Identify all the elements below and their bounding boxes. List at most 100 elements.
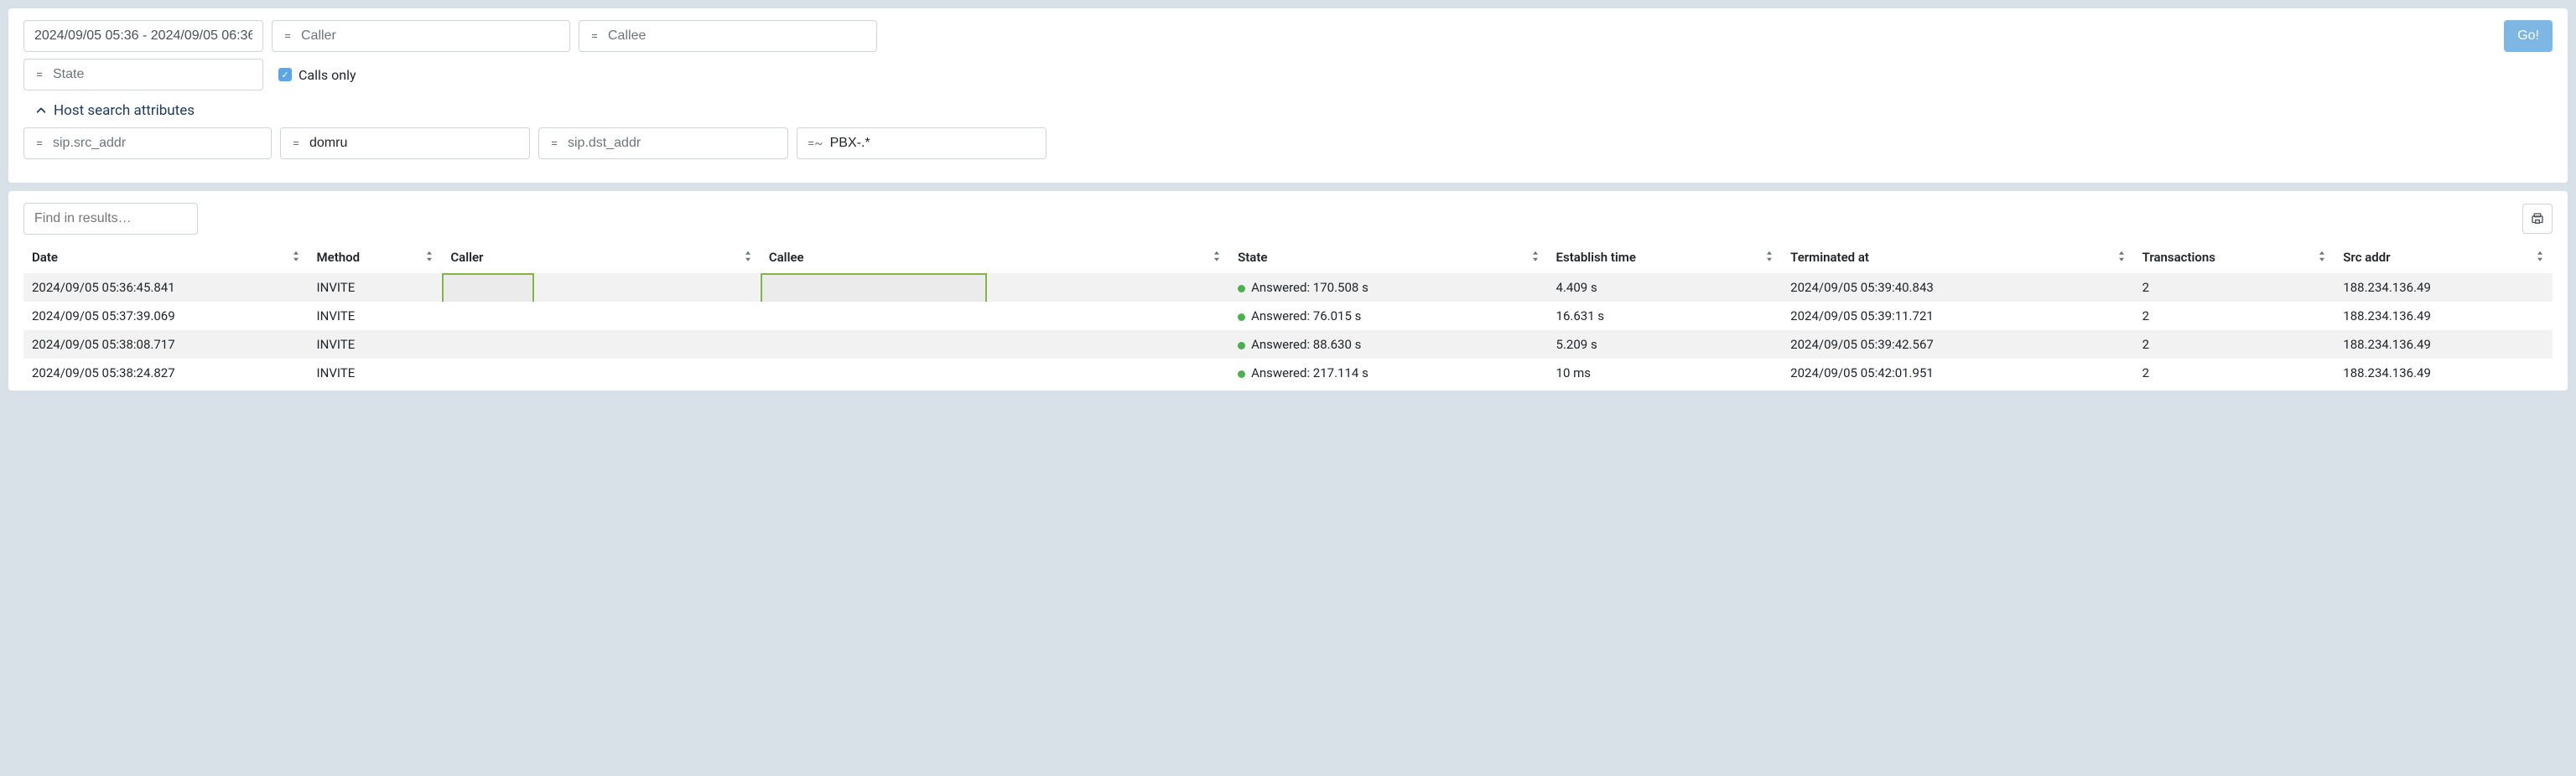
- host-c-field[interactable]: [568, 136, 777, 151]
- col-establish-header[interactable]: Establish time: [1548, 243, 1783, 273]
- sort-icon: [1213, 251, 1221, 264]
- host-a-operator: =: [34, 136, 44, 151]
- date-cell: 2024/09/05 05:38:08.717: [23, 330, 309, 359]
- state-operator: =: [34, 67, 44, 82]
- establish-cell: 4.409 s: [1548, 273, 1783, 302]
- date-cell: 2024/09/05 05:38:24.827: [23, 359, 309, 387]
- caller-operator: =: [283, 28, 293, 44]
- sort-icon: [2536, 251, 2544, 264]
- caller-cell: [442, 330, 760, 359]
- src-cell: 188.234.136.49: [2334, 330, 2553, 359]
- host-dst-addr-filter[interactable]: =: [538, 127, 788, 159]
- callee-operator: =: [589, 28, 600, 44]
- table-row[interactable]: 2024/09/05 05:36:45.841INVITE Answered: 1…: [23, 273, 2553, 302]
- status-dot-icon: [1238, 342, 1245, 349]
- txn-cell: 2: [2134, 359, 2335, 387]
- sort-icon: [292, 251, 300, 264]
- col-terminated-header[interactable]: Terminated at: [1782, 243, 2133, 273]
- status-dot-icon: [1238, 285, 1245, 292]
- find-in-results-input[interactable]: [23, 203, 198, 235]
- establish-cell: 10 ms: [1548, 359, 1783, 387]
- state-text: Answered: 170.508 s: [1251, 280, 1368, 295]
- establish-cell: 16.631 s: [1548, 302, 1783, 330]
- search-panel: = = Go! = ✓ Calls only Host search attri…: [8, 8, 2568, 183]
- table-row[interactable]: 2024/09/05 05:38:08.717INVITE Answered: 8…: [23, 330, 2553, 359]
- method-cell: INVITE: [309, 302, 443, 330]
- host-src-value-filter[interactable]: =: [280, 127, 530, 159]
- col-method-header[interactable]: Method: [309, 243, 443, 273]
- daterange-field[interactable]: [34, 28, 252, 44]
- callee-cell: [761, 302, 1229, 330]
- host-c-operator: =: [549, 136, 559, 151]
- terminated-cell: 2024/09/05 05:39:11.721: [1782, 302, 2133, 330]
- state-cell: Answered: 170.508 s: [1229, 273, 1547, 302]
- sort-icon: [425, 251, 434, 264]
- col-caller-header[interactable]: Caller: [442, 243, 760, 273]
- status-dot-icon: [1238, 313, 1245, 321]
- caller-field[interactable]: [301, 28, 559, 44]
- export-button[interactable]: [2522, 204, 2553, 234]
- table-row[interactable]: 2024/09/05 05:37:39.069INVITE Answered: 7…: [23, 302, 2553, 330]
- host-b-field[interactable]: [309, 136, 519, 151]
- txn-cell: 2: [2134, 273, 2335, 302]
- col-state-header[interactable]: State: [1229, 243, 1547, 273]
- caller-cell: [442, 302, 760, 330]
- redacted-callee-overlay: [761, 273, 987, 302]
- col-transactions-header[interactable]: Transactions: [2134, 243, 2335, 273]
- callee-filter[interactable]: =: [579, 20, 877, 52]
- date-cell: 2024/09/05 05:37:39.069: [23, 302, 309, 330]
- method-cell: INVITE: [309, 273, 443, 302]
- terminated-cell: 2024/09/05 05:39:40.843: [1782, 273, 2133, 302]
- date-cell: 2024/09/05 05:36:45.841: [23, 273, 309, 302]
- state-field[interactable]: [53, 67, 252, 82]
- host-attributes-label: Host search attributes: [54, 102, 195, 119]
- terminated-cell: 2024/09/05 05:39:42.567: [1782, 330, 2133, 359]
- state-cell: Answered: 88.630 s: [1229, 330, 1547, 359]
- col-srcaddr-header[interactable]: Src addr: [2334, 243, 2553, 273]
- host-a-field[interactable]: [53, 136, 261, 151]
- src-cell: 188.234.136.49: [2334, 273, 2553, 302]
- callee-cell: [761, 359, 1229, 387]
- state-filter[interactable]: =: [23, 59, 263, 91]
- establish-cell: 5.209 s: [1548, 330, 1783, 359]
- go-button[interactable]: Go!: [2504, 20, 2553, 52]
- results-table: Date Method Caller Callee State Establis…: [23, 243, 2553, 387]
- chevron-up-icon: [35, 105, 47, 116]
- callee-cell: [761, 273, 1229, 302]
- host-b-operator: =: [291, 136, 301, 151]
- host-attributes-toggle[interactable]: Host search attributes: [35, 102, 195, 119]
- sort-icon: [2318, 251, 2326, 264]
- calls-only-label: Calls only: [299, 67, 356, 83]
- table-header-row: Date Method Caller Callee State Establis…: [23, 243, 2553, 273]
- state-cell: Answered: 217.114 s: [1229, 359, 1547, 387]
- host-src-addr-filter[interactable]: =: [23, 127, 272, 159]
- caller-filter[interactable]: =: [272, 20, 570, 52]
- state-text: Answered: 76.015 s: [1251, 308, 1361, 323]
- calls-only-checkbox[interactable]: ✓ Calls only: [278, 67, 356, 83]
- daterange-input[interactable]: [23, 20, 263, 52]
- status-dot-icon: [1238, 370, 1245, 378]
- terminated-cell: 2024/09/05 05:42:01.951: [1782, 359, 2133, 387]
- export-icon: [2530, 211, 2545, 226]
- src-cell: 188.234.136.49: [2334, 359, 2553, 387]
- checkbox-checked-icon: ✓: [278, 68, 292, 81]
- sort-icon: [2117, 251, 2126, 264]
- src-cell: 188.234.136.49: [2334, 302, 2553, 330]
- callee-cell: [761, 330, 1229, 359]
- redacted-caller-overlay: [442, 273, 534, 302]
- col-callee-header[interactable]: Callee: [761, 243, 1229, 273]
- txn-cell: 2: [2134, 330, 2335, 359]
- host-dst-value-filter[interactable]: =~: [797, 127, 1046, 159]
- txn-cell: 2: [2134, 302, 2335, 330]
- callee-field[interactable]: [608, 28, 866, 44]
- sort-icon: [744, 251, 752, 264]
- state-cell: Answered: 76.015 s: [1229, 302, 1547, 330]
- host-d-field[interactable]: [830, 136, 1036, 151]
- table-row[interactable]: 2024/09/05 05:38:24.827INVITEAnswered: 2…: [23, 359, 2553, 387]
- method-cell: INVITE: [309, 330, 443, 359]
- host-d-operator: =~: [808, 136, 822, 151]
- state-text: Answered: 217.114 s: [1251, 365, 1368, 380]
- col-date-header[interactable]: Date: [23, 243, 309, 273]
- results-panel: Date Method Caller Callee State Establis…: [8, 191, 2568, 391]
- state-text: Answered: 88.630 s: [1251, 337, 1361, 352]
